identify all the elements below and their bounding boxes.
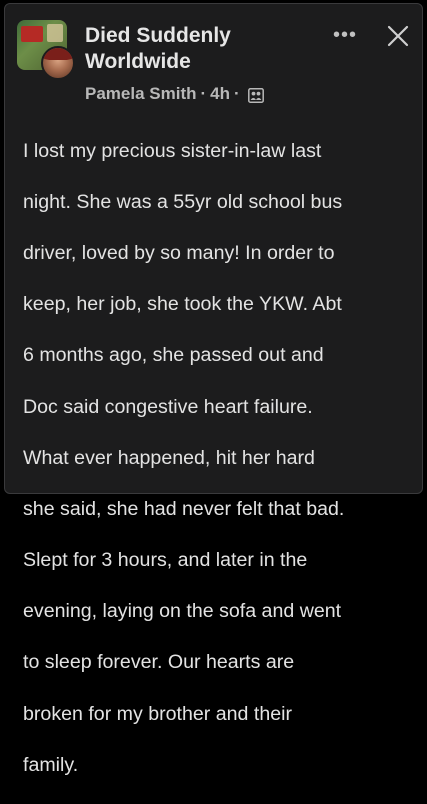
members-icon	[247, 87, 264, 103]
group-avatar-detail	[47, 24, 63, 42]
post-body-line: night. She was a 55yr old school bus	[23, 190, 343, 213]
group-name-link[interactable]: Died Suddenly Worldwide	[85, 23, 325, 75]
post-meta: Pamela Smith · 4h ·	[85, 83, 264, 105]
meta-separator-2: ·	[234, 84, 240, 103]
post-body-line: keep, her job, she took the YKW. Abt	[23, 293, 342, 316]
author-name-link[interactable]: Pamela Smith	[85, 83, 197, 105]
screen: Died Suddenly Worldwide Pamela Smith · 4…	[0, 0, 427, 776]
close-icon[interactable]	[386, 24, 410, 48]
more-options-button[interactable]: •••	[331, 24, 359, 46]
post-body-line: Doc said congestive heart failure.	[23, 395, 313, 418]
user-avatar-hair	[43, 48, 73, 60]
post-body-line: I lost my precious sister-in-law last	[23, 139, 322, 162]
avatar-stack[interactable]	[17, 20, 77, 80]
post-body-line: broken for my brother and their	[23, 702, 293, 725]
post-body-line: evening, laying on the sofa and went	[23, 600, 342, 623]
post-body-line: What ever happened, hit her hard	[23, 446, 315, 469]
post-body-line: driver, loved by so many! In order to	[23, 241, 335, 264]
post-body-line: she said, she had never felt that bad.	[23, 497, 345, 520]
post-card: Died Suddenly Worldwide Pamela Smith · 4…	[4, 3, 423, 776]
post-body-line: family.	[23, 753, 79, 776]
post-body: I lost my precious sister-in-law last ni…	[23, 113, 423, 804]
post-body-line: 6 months ago, she passed out and	[23, 344, 324, 367]
post-timestamp[interactable]: 4h	[210, 83, 230, 105]
user-avatar[interactable]	[41, 46, 75, 80]
group-avatar-flag	[21, 26, 43, 42]
post-body-line: to sleep forever. Our hearts are	[23, 651, 295, 674]
post-body-line: Slept for 3 hours, and later in the	[23, 549, 308, 572]
meta-separator: ·	[200, 84, 207, 103]
